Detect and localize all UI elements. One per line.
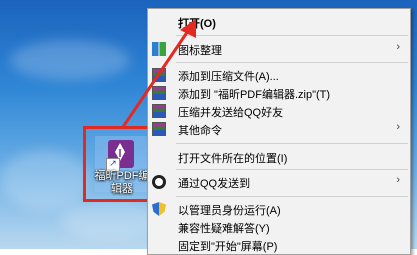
menu-separator [176, 196, 408, 197]
chevron-right-icon: › [396, 174, 400, 186]
cloud [0, 150, 90, 210]
menu-item-send-via-qq[interactable]: 通过QQ发送到 › [148, 172, 410, 192]
menu-item-label: 图标整理 [178, 45, 222, 57]
menu-item-run-as-admin[interactable]: 以管理员身份运行(A) [148, 199, 410, 219]
winrar-icon [152, 86, 166, 100]
winrar-icon [152, 104, 166, 118]
context-menu: 打开(O) 图标整理 › 添加到压缩文件(A)... 添加到 "福昕PDF编辑器… [147, 8, 411, 255]
menu-item-icon-arrange[interactable]: 图标整理 › [148, 39, 410, 59]
menu-item-label: 添加到 "福昕PDF编辑器.zip"(T) [178, 89, 331, 101]
annotation-highlight-box [83, 126, 150, 202]
chevron-right-icon: › [396, 121, 400, 133]
menu-item-other-commands[interactable]: 其他命令 › [148, 119, 410, 139]
menu-item-label: 固定到"开始"屏幕(P) [178, 241, 278, 253]
menu-item-compress-send-qq[interactable]: 压缩并发送给QQ好友 [148, 101, 410, 121]
menu-item-pin-to-start[interactable]: 固定到"开始"屏幕(P) [148, 235, 410, 255]
cloud [10, 40, 130, 80]
menu-separator [176, 35, 408, 36]
menu-item-label: 打开文件所在的位置(I) [178, 153, 288, 165]
uac-shield-icon [152, 202, 166, 216]
menu-item-add-to-archive[interactable]: 添加到压缩文件(A)... [148, 65, 410, 85]
grid-icon [152, 42, 166, 56]
winrar-icon [152, 68, 166, 82]
menu-item-label: 压缩并发送给QQ好友 [178, 107, 284, 119]
menu-item-add-to-zip[interactable]: 添加到 "福昕PDF编辑器.zip"(T) [148, 83, 410, 103]
menu-item-label: 其他命令 [178, 125, 222, 137]
menu-item-label: 兼容性疑难解答(Y) [178, 223, 270, 235]
menu-item-label: 打开(O) [178, 18, 216, 30]
qq-penguin-icon [152, 175, 166, 189]
menu-item-label: 通过QQ发送到 [178, 178, 251, 190]
menu-separator [176, 169, 408, 170]
menu-item-open-file-location[interactable]: 打开文件所在的位置(I) [148, 147, 410, 167]
winrar-icon [152, 122, 166, 136]
cloud [60, 200, 160, 240]
menu-item-open[interactable]: 打开(O) [148, 12, 410, 32]
menu-item-label: 添加到压缩文件(A)... [178, 71, 279, 83]
menu-item-troubleshoot-compatibility[interactable]: 兼容性疑难解答(Y) [148, 217, 410, 237]
menu-separator [176, 62, 408, 63]
chevron-right-icon: › [396, 41, 400, 53]
menu-item-label: 以管理员身份运行(A) [178, 205, 281, 217]
menu-separator [176, 143, 408, 144]
